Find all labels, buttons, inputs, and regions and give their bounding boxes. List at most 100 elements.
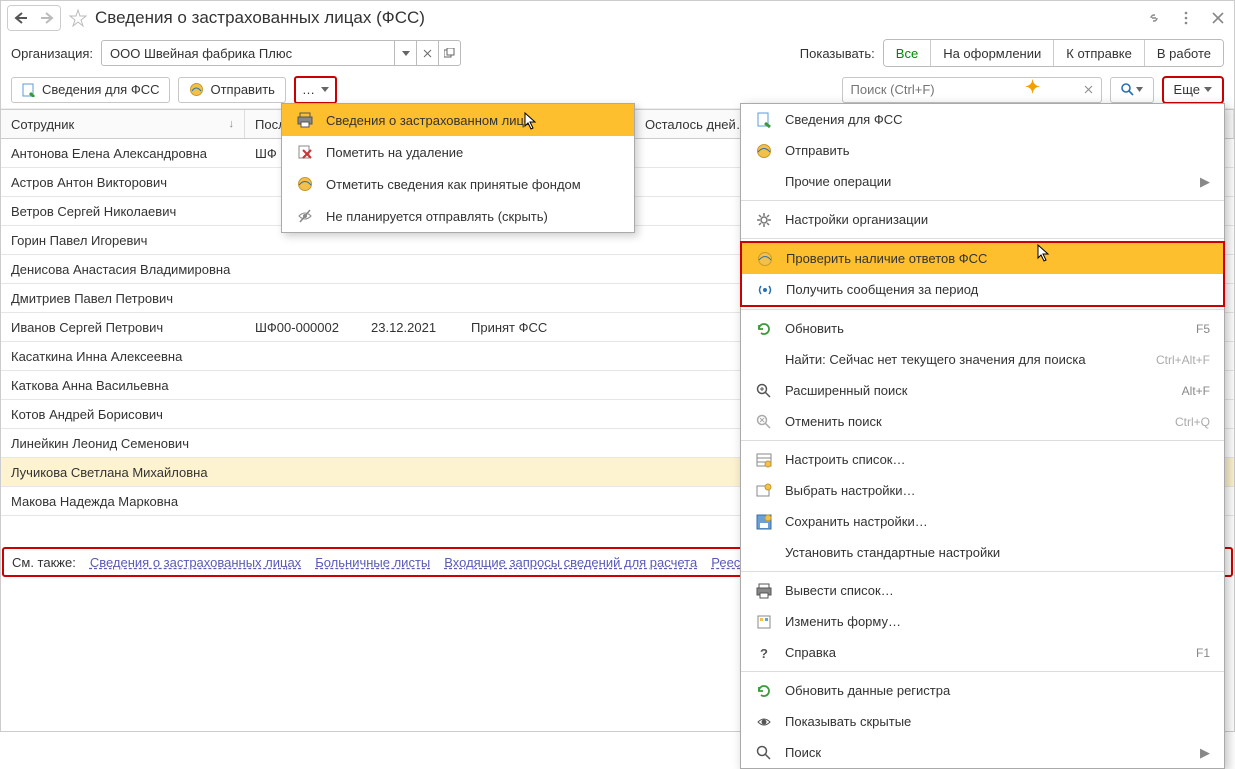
gear-icon — [755, 211, 773, 229]
menu-item[interactable]: Отправить — [741, 135, 1224, 166]
antenna-icon — [756, 281, 774, 299]
menu-item-label: Отправить — [785, 143, 1210, 158]
menu-item[interactable]: Настроить список… — [741, 444, 1224, 475]
globe-icon — [296, 175, 314, 193]
menu-item[interactable]: Установить стандартные настройки — [741, 537, 1224, 568]
menu-item-label: Отменить поиск — [785, 414, 1163, 429]
footer-link-insured[interactable]: Сведения о застрахованных лицах — [90, 555, 301, 570]
menu-item[interactable]: ?СправкаF1 — [741, 637, 1224, 668]
menu-item[interactable]: Проверить наличие ответов ФСС — [742, 243, 1223, 274]
chevron-right-icon: ▶ — [1200, 174, 1210, 190]
cell-employee: Котов Андрей Борисович — [1, 407, 245, 422]
list-conf-icon — [755, 451, 773, 469]
filter-all[interactable]: Все — [884, 40, 931, 66]
org-dropdown-button[interactable] — [395, 40, 417, 66]
org-input[interactable] — [101, 40, 395, 66]
filter-inprogress[interactable]: В работе — [1145, 40, 1223, 66]
org-clear-button[interactable] — [417, 40, 439, 66]
org-filter-row: Организация: Показывать: Все На оформлен… — [1, 35, 1234, 71]
filter-draft[interactable]: На оформлении — [931, 40, 1054, 66]
dots-label: … — [302, 82, 315, 97]
search-dropdown-button[interactable] — [1110, 77, 1154, 103]
menu-item[interactable]: Показывать скрытые — [741, 706, 1224, 737]
cell-date: 23.12.2021 — [361, 320, 461, 335]
menu-item-label: Выбрать настройки… — [785, 483, 1210, 498]
menu-item[interactable]: Сохранить настройки… — [741, 506, 1224, 537]
searchplus-icon — [755, 382, 773, 400]
search-clear-button[interactable] — [1076, 77, 1102, 103]
blank-icon — [755, 173, 773, 191]
more-dropdown[interactable]: Сведения для ФСС Отправить Прочие операции… — [740, 103, 1225, 769]
nav-forward[interactable] — [34, 6, 60, 30]
kebab-icon[interactable] — [1176, 8, 1196, 28]
org-open-button[interactable] — [439, 40, 461, 66]
link-icon[interactable] — [1144, 8, 1164, 28]
refresh-icon — [755, 320, 773, 338]
cell-employee: Каткова Анна Васильевна — [1, 378, 245, 393]
menu-item[interactable]: Обновить данные регистра — [741, 675, 1224, 706]
menu-item[interactable]: Поиск▶ — [741, 737, 1224, 768]
menu-item[interactable]: Настройки организации — [741, 204, 1224, 235]
shortcut-label: Alt+F — [1182, 384, 1210, 398]
send-label: Отправить — [210, 82, 274, 97]
cell-employee: Антонова Елена Александровна — [1, 146, 245, 161]
menu-item[interactable]: Изменить форму… — [741, 606, 1224, 637]
send-button[interactable]: Отправить — [178, 77, 285, 103]
cell-employee: Линейкин Леонид Семенович — [1, 436, 245, 451]
menu-item[interactable]: Сведения для ФСС — [741, 104, 1224, 135]
favorite-star-icon[interactable] — [67, 7, 89, 29]
col-employee[interactable]: Сотрудник ↓ — [1, 110, 245, 138]
menu-item[interactable]: Не планируется отправлять (скрыть) — [282, 200, 634, 232]
filter-tosend[interactable]: К отправке — [1054, 40, 1145, 66]
cell-employee: Дмитриев Павел Петрович — [1, 291, 245, 306]
menu-item[interactable]: Отметить сведения как принятые фондом — [282, 168, 634, 200]
cell-employee: Иванов Сергей Петрович — [1, 320, 245, 335]
fss-info-button[interactable]: Сведения для ФСС — [11, 77, 170, 103]
footer-link-requests[interactable]: Входящие запросы сведений для расчета — [444, 555, 697, 570]
save-conf-icon — [755, 513, 773, 531]
print-icon — [296, 111, 314, 129]
menu-item-label: Сохранить настройки… — [785, 514, 1210, 529]
nav-buttons — [7, 5, 61, 31]
close-icon[interactable] — [1208, 8, 1228, 28]
blank-icon — [755, 351, 773, 369]
footer-link-sicklists[interactable]: Больничные листы — [315, 555, 430, 570]
search-box — [842, 77, 1102, 103]
delete-mark-icon — [296, 143, 314, 161]
org-label: Организация: — [11, 46, 93, 61]
menu-item-label: Не планируется отправлять (скрыть) — [326, 209, 548, 224]
menu-item-label: Изменить форму… — [785, 614, 1210, 629]
menu-item-label: Расширенный поиск — [785, 383, 1170, 398]
sort-icon: ↓ — [229, 118, 235, 130]
menu-item-label: Показывать скрытые — [785, 714, 1210, 729]
menu-item-label: Сведения для ФСС — [785, 112, 1210, 127]
menu-item-label: Прочие операции — [785, 174, 1188, 189]
nav-back[interactable] — [8, 6, 34, 30]
search-input[interactable] — [842, 77, 1076, 103]
cell-status: Принят ФСС — [461, 320, 635, 335]
overflow-dropdown[interactable]: Сведения о застрахованном лице Пометить н… — [281, 103, 635, 233]
menu-item[interactable]: Расширенный поиск Alt+F — [741, 375, 1224, 406]
form-icon — [755, 613, 773, 631]
menu-item[interactable]: Вывести список… — [741, 575, 1224, 606]
show-label: Показывать: — [800, 46, 875, 61]
app-window: Сведения о застрахованных лицах (ФСС) Ор… — [0, 0, 1235, 732]
cell-employee: Денисова Анастасия Владимировна — [1, 262, 245, 277]
menu-item[interactable]: Выбрать настройки… — [741, 475, 1224, 506]
eye-slash-icon — [296, 207, 314, 225]
shortcut-label: Ctrl+Q — [1175, 415, 1210, 429]
shortcut-label: F1 — [1196, 646, 1210, 660]
menu-item-label: Отметить сведения как принятые фондом — [326, 177, 581, 192]
more-menu-button[interactable]: Еще — [1162, 76, 1224, 104]
menu-item-label: Пометить на удаление — [326, 145, 463, 160]
menu-item[interactable]: Прочие операции ▶ — [741, 166, 1224, 197]
cell-employee: Астров Антон Викторович — [1, 175, 245, 190]
menu-item[interactable]: ОбновитьF5 — [741, 313, 1224, 344]
menu-item[interactable]: Пометить на удаление — [282, 136, 634, 168]
menu-item[interactable]: Сведения о застрахованном лице — [282, 104, 634, 136]
overflow-dots-button[interactable]: … — [294, 76, 337, 104]
menu-item-label: Найти: Сейчас нет текущего значения для … — [785, 352, 1144, 367]
menu-item[interactable]: Получить сообщения за период — [742, 274, 1223, 305]
menu-item-label: Настройки организации — [785, 212, 1210, 227]
eye-icon — [755, 713, 773, 731]
